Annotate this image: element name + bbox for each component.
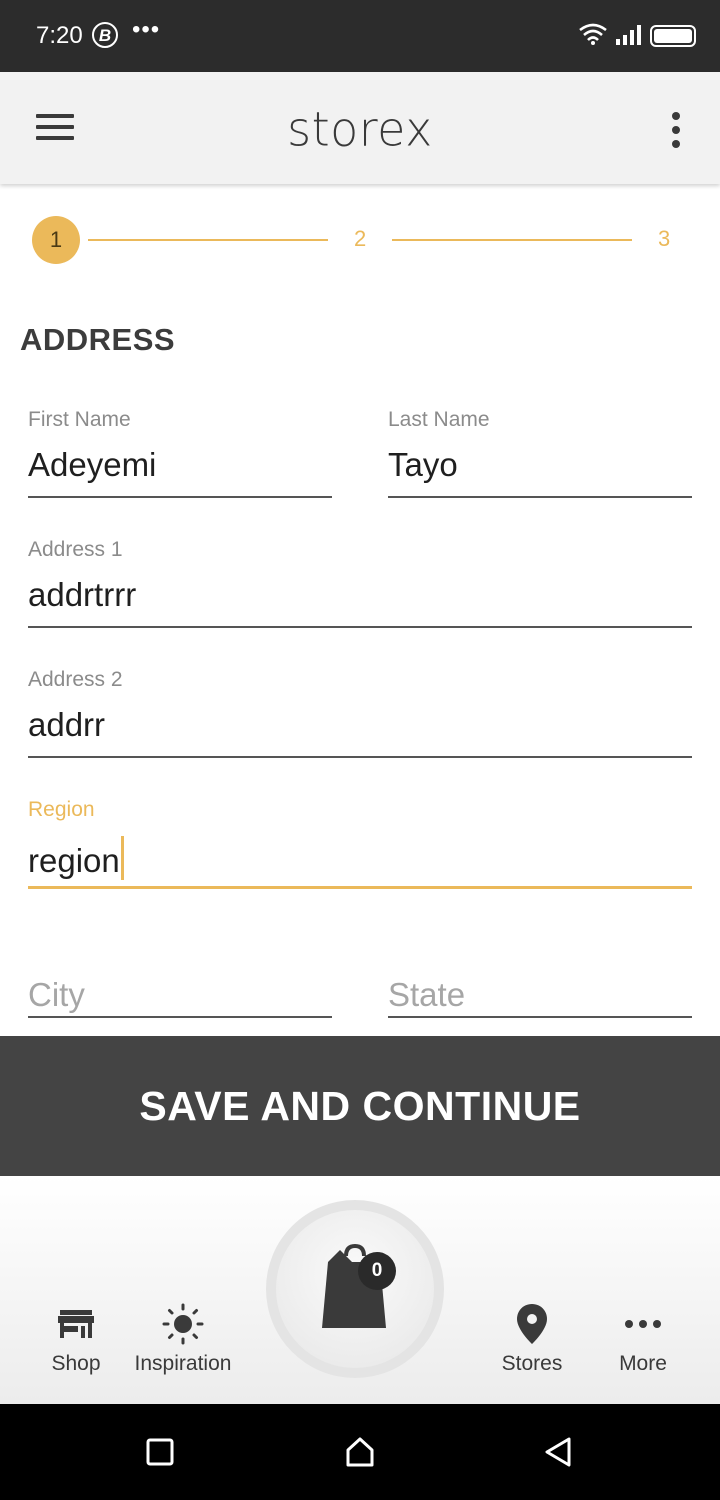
region-field[interactable]: Region region [28,798,692,892]
step-2-indicator: 2 [354,226,367,251]
nav-label-inspiration: Inspiration [134,1352,232,1375]
field-underline [28,756,692,758]
signal-icon [616,25,641,45]
cart-count-badge: 0 [358,1252,396,1290]
step-3-indicator: 3 [658,226,671,251]
address2-label: Address 2 [28,668,123,691]
app-title: storex [287,101,433,157]
last-name-value[interactable]: Tayo [388,446,458,484]
step-connector [392,239,632,241]
section-title: ADDRESS [20,322,176,357]
location-pin-icon [517,1304,547,1344]
nav-label-more: More [619,1352,667,1375]
battery-icon [650,25,696,47]
sun-icon [162,1303,204,1345]
store-icon [58,1310,94,1338]
last-name-field[interactable]: Last Name Tayo [388,408,692,500]
nav-item-more[interactable]: More [578,1302,708,1376]
more-vertical-icon[interactable] [662,110,690,150]
state-field[interactable]: State [388,918,692,1020]
step-1-indicator: 1 [32,216,80,264]
address1-field[interactable]: Address 1 addrtrrr [28,538,692,630]
notification-b-icon: B [92,22,118,48]
field-underline [388,496,692,498]
address1-value[interactable]: addrtrrr [28,576,136,614]
first-name-field[interactable]: First Name Adeyemi [28,408,332,500]
checkout-stepper: 1 2 3 [0,212,720,268]
field-underline [28,496,332,498]
address2-value[interactable]: addrr [28,706,105,744]
status-time: 7:20 [36,22,83,49]
save-and-continue-button[interactable]: SAVE AND CONTINUE [0,1036,720,1176]
system-navigation-bar [0,1404,720,1500]
city-placeholder: City [28,976,85,1013]
step-connector [88,239,328,241]
home-icon[interactable] [344,1436,376,1468]
more-horizontal-icon [625,1320,661,1328]
address1-label: Address 1 [28,538,123,561]
region-label: Region [28,798,95,821]
field-underline [388,1016,692,1018]
address2-field[interactable]: Address 2 addrr [28,668,692,760]
cart-button[interactable] [276,1210,434,1368]
last-name-label: Last Name [388,408,490,431]
recents-icon[interactable] [145,1437,175,1467]
wifi-icon [579,23,607,45]
region-value[interactable]: region [28,836,124,880]
first-name-value[interactable]: Adeyemi [28,446,156,484]
state-placeholder: State [388,976,466,1013]
region-text: region [28,842,120,879]
more-notifications-icon: ••• [132,16,161,43]
first-name-label: First Name [28,408,131,431]
text-cursor [120,836,124,880]
status-bar: 7:20 B ••• [0,0,720,72]
nav-item-inspiration[interactable]: Inspiration [118,1302,248,1376]
field-underline [28,1016,332,1018]
field-underline [28,626,692,628]
app-bar: storex [0,72,720,184]
city-field[interactable]: City [28,918,332,1020]
back-icon[interactable] [542,1436,574,1468]
bottom-navigation: Shop Inspiration 0 Stores More [0,1176,720,1404]
field-underline-active [28,886,692,889]
